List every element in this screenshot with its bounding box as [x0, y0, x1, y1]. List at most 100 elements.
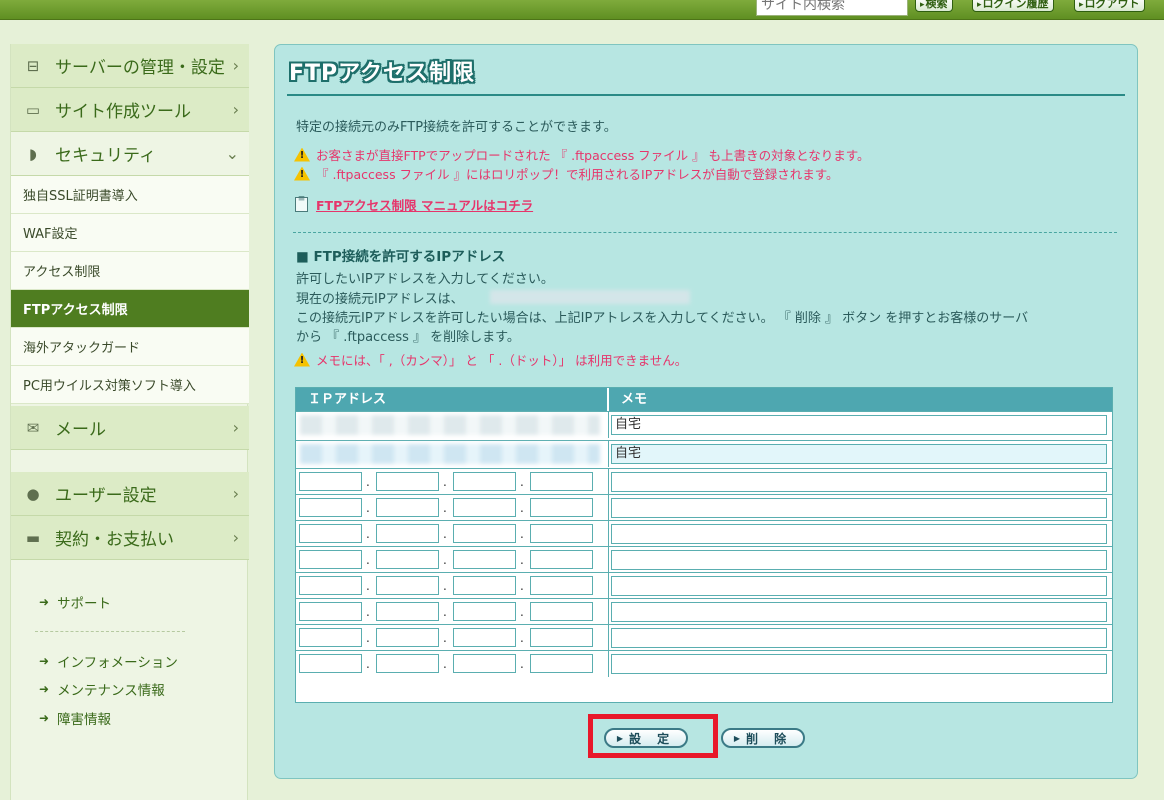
memo-input[interactable]: 自宅	[611, 444, 1107, 464]
link-support[interactable]: ➜ サポート	[39, 592, 111, 612]
ip-octet-input[interactable]	[453, 550, 516, 569]
chevron-right-icon: ›	[232, 56, 239, 75]
server-icon: ⊟	[26, 56, 40, 75]
ip-octet-input[interactable]	[530, 576, 593, 595]
ip-octet-input[interactable]	[376, 628, 439, 647]
ip-octet-input[interactable]	[453, 524, 516, 543]
ip-octet-input[interactable]	[453, 472, 516, 491]
link-label: メンテナンス情報	[57, 683, 165, 699]
delete-button-label: 削 除	[745, 731, 793, 746]
ip-octet-input[interactable]	[376, 576, 439, 595]
sidebar-item-billing[interactable]: ▬ 契約・お支払い ›	[11, 516, 249, 560]
site-search-input[interactable]	[756, 0, 908, 16]
ip-octet-input[interactable]	[299, 524, 362, 543]
page-title: FTPアクセス制限	[289, 61, 476, 86]
sidebar-item-user-settings[interactable]: ● ユーザー設定 ›	[11, 472, 249, 516]
chevron-right-icon: ›	[232, 484, 239, 503]
ip-octet-input[interactable]	[453, 498, 516, 517]
warning-line: ! 『 .ftpaccess ファイル 』にはロリポップ！で利用されるIPアドレ…	[294, 164, 839, 183]
sidebar-subitem-attack-guard[interactable]: 海外アタックガード	[11, 328, 249, 366]
ip-octet-input[interactable]	[453, 654, 516, 673]
instruction-text: 許可したいIPアドレスを入力してください。	[296, 272, 554, 287]
memo-input[interactable]	[611, 524, 1107, 544]
link-information[interactable]: ➜ インフォメーション	[39, 651, 178, 671]
ip-octet-input[interactable]	[453, 576, 516, 595]
ip-octet-input[interactable]	[530, 498, 593, 517]
sidebar-item-mail[interactable]: ✉ メール ›	[11, 406, 249, 450]
ip-octet-input[interactable]	[299, 602, 362, 621]
ip-table: ＩＰアドレス メモ 自宅 自宅 . . . . . . . . . . . . …	[295, 387, 1113, 703]
sidebar-subitem-antivirus[interactable]: PC用ウイルス対策ソフト導入	[11, 366, 249, 404]
sidebar-subitem-waf[interactable]: WAF設定	[11, 214, 249, 252]
delete-button[interactable]: ▶ 削 除	[721, 728, 805, 748]
sidebar-item-label: ユーザー設定	[55, 486, 157, 506]
ip-octet-input[interactable]	[299, 498, 362, 517]
sidebar-item-label: メール	[55, 420, 106, 440]
mail-icon: ✉	[26, 418, 40, 437]
search-button[interactable]: 検索	[915, 0, 953, 12]
redacted-ip	[300, 415, 600, 435]
logout-button[interactable]: ログアウト	[1074, 0, 1145, 12]
ip-octet-input[interactable]	[530, 628, 593, 647]
memo-input[interactable]	[611, 628, 1107, 648]
warning-icon: !	[294, 166, 310, 181]
memo-input[interactable]: 自宅	[611, 415, 1107, 435]
link-label: サポート	[57, 596, 112, 612]
section-divider	[293, 232, 1117, 233]
ip-octet-input[interactable]	[376, 654, 439, 673]
memo-input[interactable]	[611, 602, 1107, 622]
ip-octet-input[interactable]	[453, 602, 516, 621]
table-row: 自宅	[296, 440, 1112, 467]
column-header-ip: ＩＰアドレス	[296, 388, 608, 411]
sidebar-item-site-tools[interactable]: ▭ サイト作成ツール ›	[11, 88, 249, 132]
ip-octet-input[interactable]	[376, 524, 439, 543]
ip-octet-input[interactable]	[530, 602, 593, 621]
login-history-button[interactable]: ログイン履歴	[972, 0, 1054, 12]
table-row: . . .	[296, 494, 1112, 521]
manual-link[interactable]: FTPアクセス制限 マニュアルはコチラ	[316, 195, 533, 214]
warning-icon: !	[294, 352, 310, 367]
link-label: インフォメーション	[57, 655, 178, 671]
memo-warning-line: ! メモには、「 ,（カンマ）」 と 「 .（ドット）」 は利用できません。	[294, 350, 687, 369]
ip-octet-input[interactable]	[299, 628, 362, 647]
sidebar-item-security[interactable]: ◗ セキュリティ ⌄	[11, 132, 249, 176]
ip-octet-input[interactable]	[376, 472, 439, 491]
ip-octet-input[interactable]	[453, 628, 516, 647]
ip-octet-input[interactable]	[376, 550, 439, 569]
warning-text: お客さまが直接FTPでアップロードされた 『 .ftpaccess ファイル 』…	[316, 148, 870, 163]
ip-octet-input[interactable]	[530, 524, 593, 543]
instruction-text: この接続元IPアドレスを許可したい場合は、上記IPアトレスを入力してください。 …	[296, 311, 1029, 326]
ip-octet-input[interactable]	[376, 602, 439, 621]
table-row: . . .	[296, 546, 1112, 573]
memo-input[interactable]	[611, 550, 1107, 570]
memo-input[interactable]	[611, 472, 1107, 492]
ip-octet-input[interactable]	[376, 498, 439, 517]
table-row: . . .	[296, 624, 1112, 651]
divider	[35, 631, 185, 632]
ip-octet-input[interactable]	[299, 472, 362, 491]
sidebar-subitem-ssl[interactable]: 独自SSL証明書導入	[11, 176, 249, 214]
link-maintenance[interactable]: ➜ メンテナンス情報	[39, 679, 165, 699]
sidebar-subitem-access-limit[interactable]: アクセス制限	[11, 252, 249, 290]
redacted-ip	[300, 444, 600, 464]
arrow-right-icon: ➜	[39, 711, 50, 725]
chevron-right-icon: ›	[232, 100, 239, 119]
link-failure-info[interactable]: ➜ 障害情報	[39, 708, 111, 728]
highlight-box	[588, 714, 718, 758]
arrow-right-icon: ➜	[39, 595, 50, 609]
link-label: 障害情報	[57, 712, 112, 728]
chevron-right-icon: ›	[232, 528, 239, 547]
sidebar-item-server[interactable]: ⊟ サーバーの管理・設定 ›	[11, 44, 249, 88]
ip-octet-input[interactable]	[299, 576, 362, 595]
memo-input[interactable]	[611, 576, 1107, 596]
table-row: . . .	[296, 598, 1112, 625]
ip-octet-input[interactable]	[530, 472, 593, 491]
memo-input[interactable]	[611, 654, 1107, 674]
sidebar-subitem-ftp-access[interactable]: FTPアクセス制限	[11, 290, 249, 328]
ip-octet-input[interactable]	[530, 654, 593, 673]
memo-input[interactable]	[611, 498, 1107, 518]
ip-octet-input[interactable]	[299, 654, 362, 673]
intro-text: 特定の接続元のみFTP接続を許可することができます。	[296, 120, 617, 135]
ip-octet-input[interactable]	[299, 550, 362, 569]
ip-octet-input[interactable]	[530, 550, 593, 569]
